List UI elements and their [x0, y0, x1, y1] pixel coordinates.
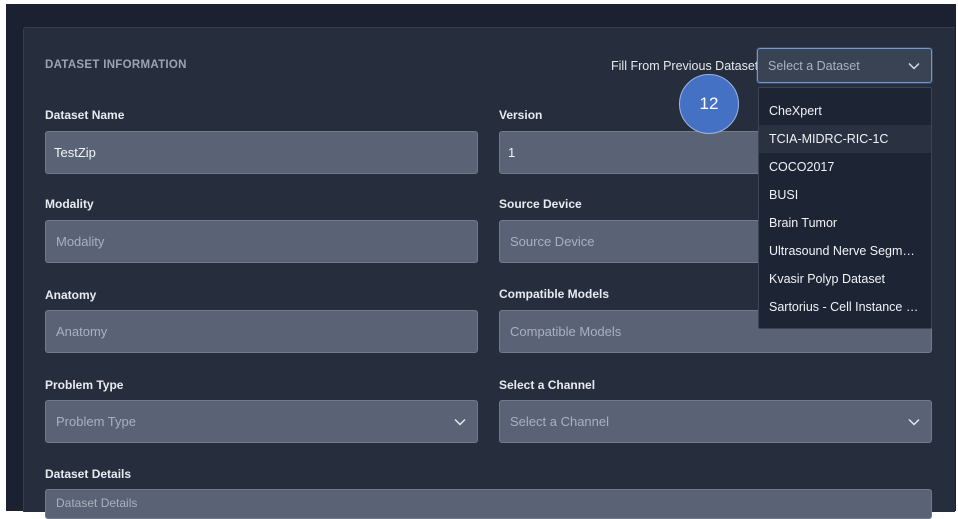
compatible-models-label: Compatible Models [499, 287, 610, 301]
channel-label: Select a Channel [499, 378, 596, 392]
dropdown-item-brain-tumor[interactable]: Brain Tumor [759, 209, 931, 237]
anatomy-label: Anatomy [45, 288, 97, 302]
dataset-name-input[interactable]: TestZip [45, 131, 478, 174]
source-device-label: Source Device [499, 197, 582, 211]
problem-type-select[interactable]: Problem Type [45, 400, 478, 443]
dropdown-item-tcia-midrc[interactable]: TCIA-MIDRC-RIC-1C [759, 125, 931, 153]
dataset-details-label: Dataset Details [45, 467, 132, 481]
dropdown-item-sartorius[interactable]: Sartorius - Cell Instance S... [759, 293, 931, 321]
section-title: DATASET INFORMATION [45, 59, 187, 71]
channel-select[interactable]: Select a Channel [499, 400, 932, 443]
chevron-down-icon [907, 415, 921, 429]
fill-from-previous-label: Fill From Previous Dataset [611, 59, 759, 73]
chevron-down-icon [453, 415, 467, 429]
dataset-select-value: Select a Dataset [768, 58, 860, 73]
modality-input[interactable]: Modality [45, 220, 478, 263]
dropdown-item-chexpert[interactable]: CheXpert [759, 97, 931, 125]
modality-label: Modality [45, 197, 94, 211]
dataset-select[interactable]: Select a Dataset [757, 48, 932, 83]
dataset-name-label: Dataset Name [45, 108, 125, 122]
step-number-badge: 12 [679, 74, 739, 134]
channel-value: Select a Channel [510, 414, 610, 429]
dropdown-item-coco2017[interactable]: COCO2017 [759, 153, 931, 181]
problem-type-value: Problem Type [56, 414, 136, 429]
anatomy-input[interactable]: Anatomy [45, 310, 478, 353]
dropdown-item-ultrasound-nerve[interactable]: Ultrasound Nerve Segmen... [759, 237, 931, 265]
dropdown-item-busi[interactable]: BUSI [759, 181, 931, 209]
chevron-down-icon [907, 59, 921, 73]
dataset-details-textarea[interactable]: Dataset Details [45, 489, 932, 519]
version-label: Version [499, 108, 543, 122]
dropdown-item-kvasir[interactable]: Kvasir Polyp Dataset [759, 265, 931, 293]
dataset-dropdown-menu: CheXpert TCIA-MIDRC-RIC-1C COCO2017 BUSI… [758, 87, 932, 329]
problem-type-label: Problem Type [45, 378, 124, 392]
